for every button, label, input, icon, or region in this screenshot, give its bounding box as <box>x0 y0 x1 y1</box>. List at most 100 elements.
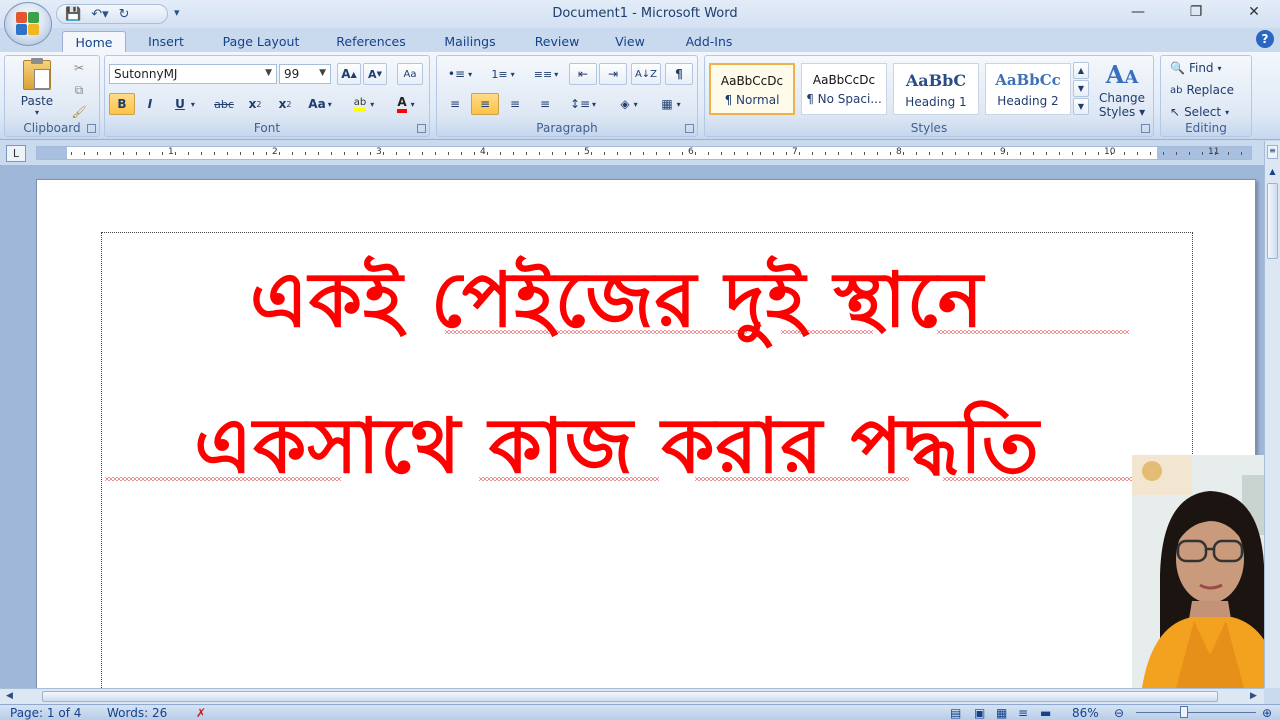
multilevel-list-icon: ≡≡ <box>533 67 553 81</box>
document-page[interactable]: একই পেইজের দুই স্থানে একসাথে কাজ করার পদ… <box>36 179 1256 688</box>
italic-button[interactable]: I <box>137 93 163 115</box>
zoom-out-icon[interactable]: ⊖ <box>1114 706 1124 720</box>
editing-group: 🔍 Find ▾ ab Replace ↖ Select ▾ Editing <box>1160 55 1252 137</box>
horizontal-scrollbar[interactable]: ◀ ▶ <box>0 688 1264 704</box>
ruler-tick <box>136 152 137 155</box>
change-case-button[interactable]: Aa ▾ <box>301 93 339 115</box>
ruler-tick <box>630 152 631 155</box>
styles-scroll-up-icon[interactable]: ▲ <box>1073 62 1089 79</box>
horizontal-ruler[interactable]: 1 2 3 4 5 6 7 8 9 10 11 <box>36 146 1252 160</box>
styles-launcher-icon[interactable] <box>1141 124 1150 133</box>
style-heading-1[interactable]: AaBbC Heading 1 <box>893 63 979 115</box>
redo-icon[interactable]: ↻ <box>119 7 130 22</box>
vertical-scroll-thumb[interactable] <box>1267 183 1278 259</box>
spelling-underline <box>479 477 659 481</box>
clipboard-launcher-icon[interactable] <box>87 124 96 133</box>
tab-view[interactable]: View <box>606 31 654 53</box>
style-normal[interactable]: AaBbCcDc ¶ Normal <box>709 63 795 115</box>
office-button[interactable] <box>4 2 52 46</box>
scroll-right-icon[interactable]: ▶ <box>1250 691 1257 701</box>
copy-icon[interactable]: ⧉ <box>67 80 91 100</box>
replace-button[interactable]: ab Replace <box>1165 79 1249 101</box>
cut-icon[interactable]: ✂ <box>67 58 91 78</box>
draft-icon[interactable]: ▬ <box>1040 706 1051 720</box>
document-line-2[interactable]: একসাথে কাজ করার পদ্ধতি <box>37 388 1197 515</box>
style-heading-2[interactable]: AaBbCc Heading 2 <box>985 63 1071 115</box>
change-styles-button[interactable]: AA Change Styles ▾ <box>1093 58 1151 122</box>
spelling-underline <box>937 330 1129 334</box>
close-button[interactable]: ✕ <box>1242 4 1266 20</box>
view-ruler-icon[interactable]: ≡ <box>1267 145 1278 159</box>
decrease-indent-icon[interactable]: ⇤ <box>569 63 597 85</box>
superscript-button[interactable]: x2 <box>271 93 299 115</box>
align-center-icon[interactable]: ≡ <box>471 93 499 115</box>
format-painter-icon[interactable]: 🖌 <box>67 102 91 122</box>
tab-mailings[interactable]: Mailings <box>436 31 504 53</box>
zoom-in-icon[interactable]: ⊕ <box>1262 706 1272 720</box>
styles-group: AaBbCcDc ¶ Normal AaBbCcDc ¶ No Spaci...… <box>704 55 1154 137</box>
customize-qat-icon[interactable]: ▾ <box>174 6 180 19</box>
print-layout-icon[interactable]: ▤ <box>950 706 961 720</box>
vertical-scrollbar[interactable]: ≡ ▲ <box>1264 141 1280 688</box>
horizontal-scroll-thumb[interactable] <box>42 691 1218 702</box>
tab-insert[interactable]: Insert <box>140 31 192 53</box>
shrink-font-icon[interactable]: A ▼ <box>363 63 387 85</box>
borders-button[interactable]: ▦ ▾ <box>651 93 691 115</box>
save-icon[interactable]: 💾 <box>65 7 81 22</box>
tab-add-ins[interactable]: Add-Ins <box>674 31 744 53</box>
font-size-combo[interactable]: 99 ▼ <box>279 64 331 84</box>
tab-home[interactable]: Home <box>62 31 126 53</box>
minimize-button[interactable]: — <box>1126 4 1150 20</box>
highlight-button[interactable]: ab ▾ <box>345 93 383 115</box>
bold-button[interactable]: B <box>109 93 135 115</box>
clear-formatting-icon[interactable]: Aa <box>397 63 423 85</box>
page-count[interactable]: Page: 1 of 4 <box>10 706 81 720</box>
increase-indent-icon[interactable]: ⇥ <box>599 63 627 85</box>
font-launcher-icon[interactable] <box>417 124 426 133</box>
tab-references[interactable]: References <box>328 31 414 53</box>
font-name-combo[interactable]: SutonnyMJ ▼ <box>109 64 277 84</box>
paste-button[interactable]: Paste ▾ <box>11 57 63 118</box>
show-formatting-marks-icon[interactable]: ¶ <box>665 63 693 85</box>
tab-page-layout[interactable]: Page Layout <box>214 31 308 53</box>
zoom-level[interactable]: 86% <box>1072 706 1099 720</box>
shading-button[interactable]: ◈ ▾ <box>609 93 649 115</box>
help-icon[interactable]: ? <box>1256 30 1274 48</box>
tab-review[interactable]: Review <box>526 31 588 53</box>
zoom-slider-track[interactable] <box>1136 712 1256 713</box>
multilevel-list-button[interactable]: ≡≡ ▾ <box>527 63 565 85</box>
numbering-button[interactable]: 1≡ ▾ <box>483 63 523 85</box>
styles-scroll-down-icon[interactable]: ▼ <box>1073 80 1089 97</box>
strikethrough-button[interactable]: abc <box>209 93 239 115</box>
justify-icon[interactable]: ≡ <box>531 93 559 115</box>
zoom-slider-thumb[interactable] <box>1180 706 1188 718</box>
font-color-button[interactable]: A ▾ <box>387 93 425 115</box>
style-no-spacing[interactable]: AaBbCcDc ¶ No Spaci... <box>801 63 887 115</box>
proofing-icon[interactable]: ✗ <box>196 706 206 720</box>
subscript-button[interactable]: x2 <box>241 93 269 115</box>
styles-more-icon[interactable]: ▼ <box>1073 98 1089 115</box>
sort-icon[interactable]: A↓Z <box>631 63 661 85</box>
scroll-left-icon[interactable]: ◀ <box>6 691 13 701</box>
ruler-tick <box>383 152 384 155</box>
maximize-button[interactable]: ❐ <box>1184 4 1208 20</box>
line-spacing-button[interactable]: ↕≡ ▾ <box>563 93 603 115</box>
align-right-icon[interactable]: ≡ <box>501 93 529 115</box>
paragraph-launcher-icon[interactable] <box>685 124 694 133</box>
bullets-button[interactable]: •≡ ▾ <box>441 63 479 85</box>
outline-icon[interactable]: ≡ <box>1018 706 1028 720</box>
underline-button[interactable]: U ▾ <box>165 93 205 115</box>
select-button[interactable]: ↖ Select ▾ <box>1165 101 1249 123</box>
scroll-up-icon[interactable]: ▲ <box>1267 167 1278 179</box>
web-layout-icon[interactable]: ▦ <box>996 706 1007 720</box>
tab-selector-icon[interactable]: L <box>6 145 26 162</box>
find-button[interactable]: 🔍 Find ▾ <box>1165 57 1249 79</box>
ruler-tick <box>513 152 514 155</box>
document-line-1[interactable]: একই পেইজের দুই স্থানে <box>37 242 1197 369</box>
word-count[interactable]: Words: 26 <box>107 706 167 720</box>
full-screen-reading-icon[interactable]: ▣ <box>974 706 985 720</box>
ruler-tick <box>1202 152 1203 155</box>
undo-icon[interactable]: ↶▾ <box>91 7 108 22</box>
grow-font-icon[interactable]: A ▲ <box>337 63 361 85</box>
align-left-icon[interactable]: ≡ <box>441 93 469 115</box>
